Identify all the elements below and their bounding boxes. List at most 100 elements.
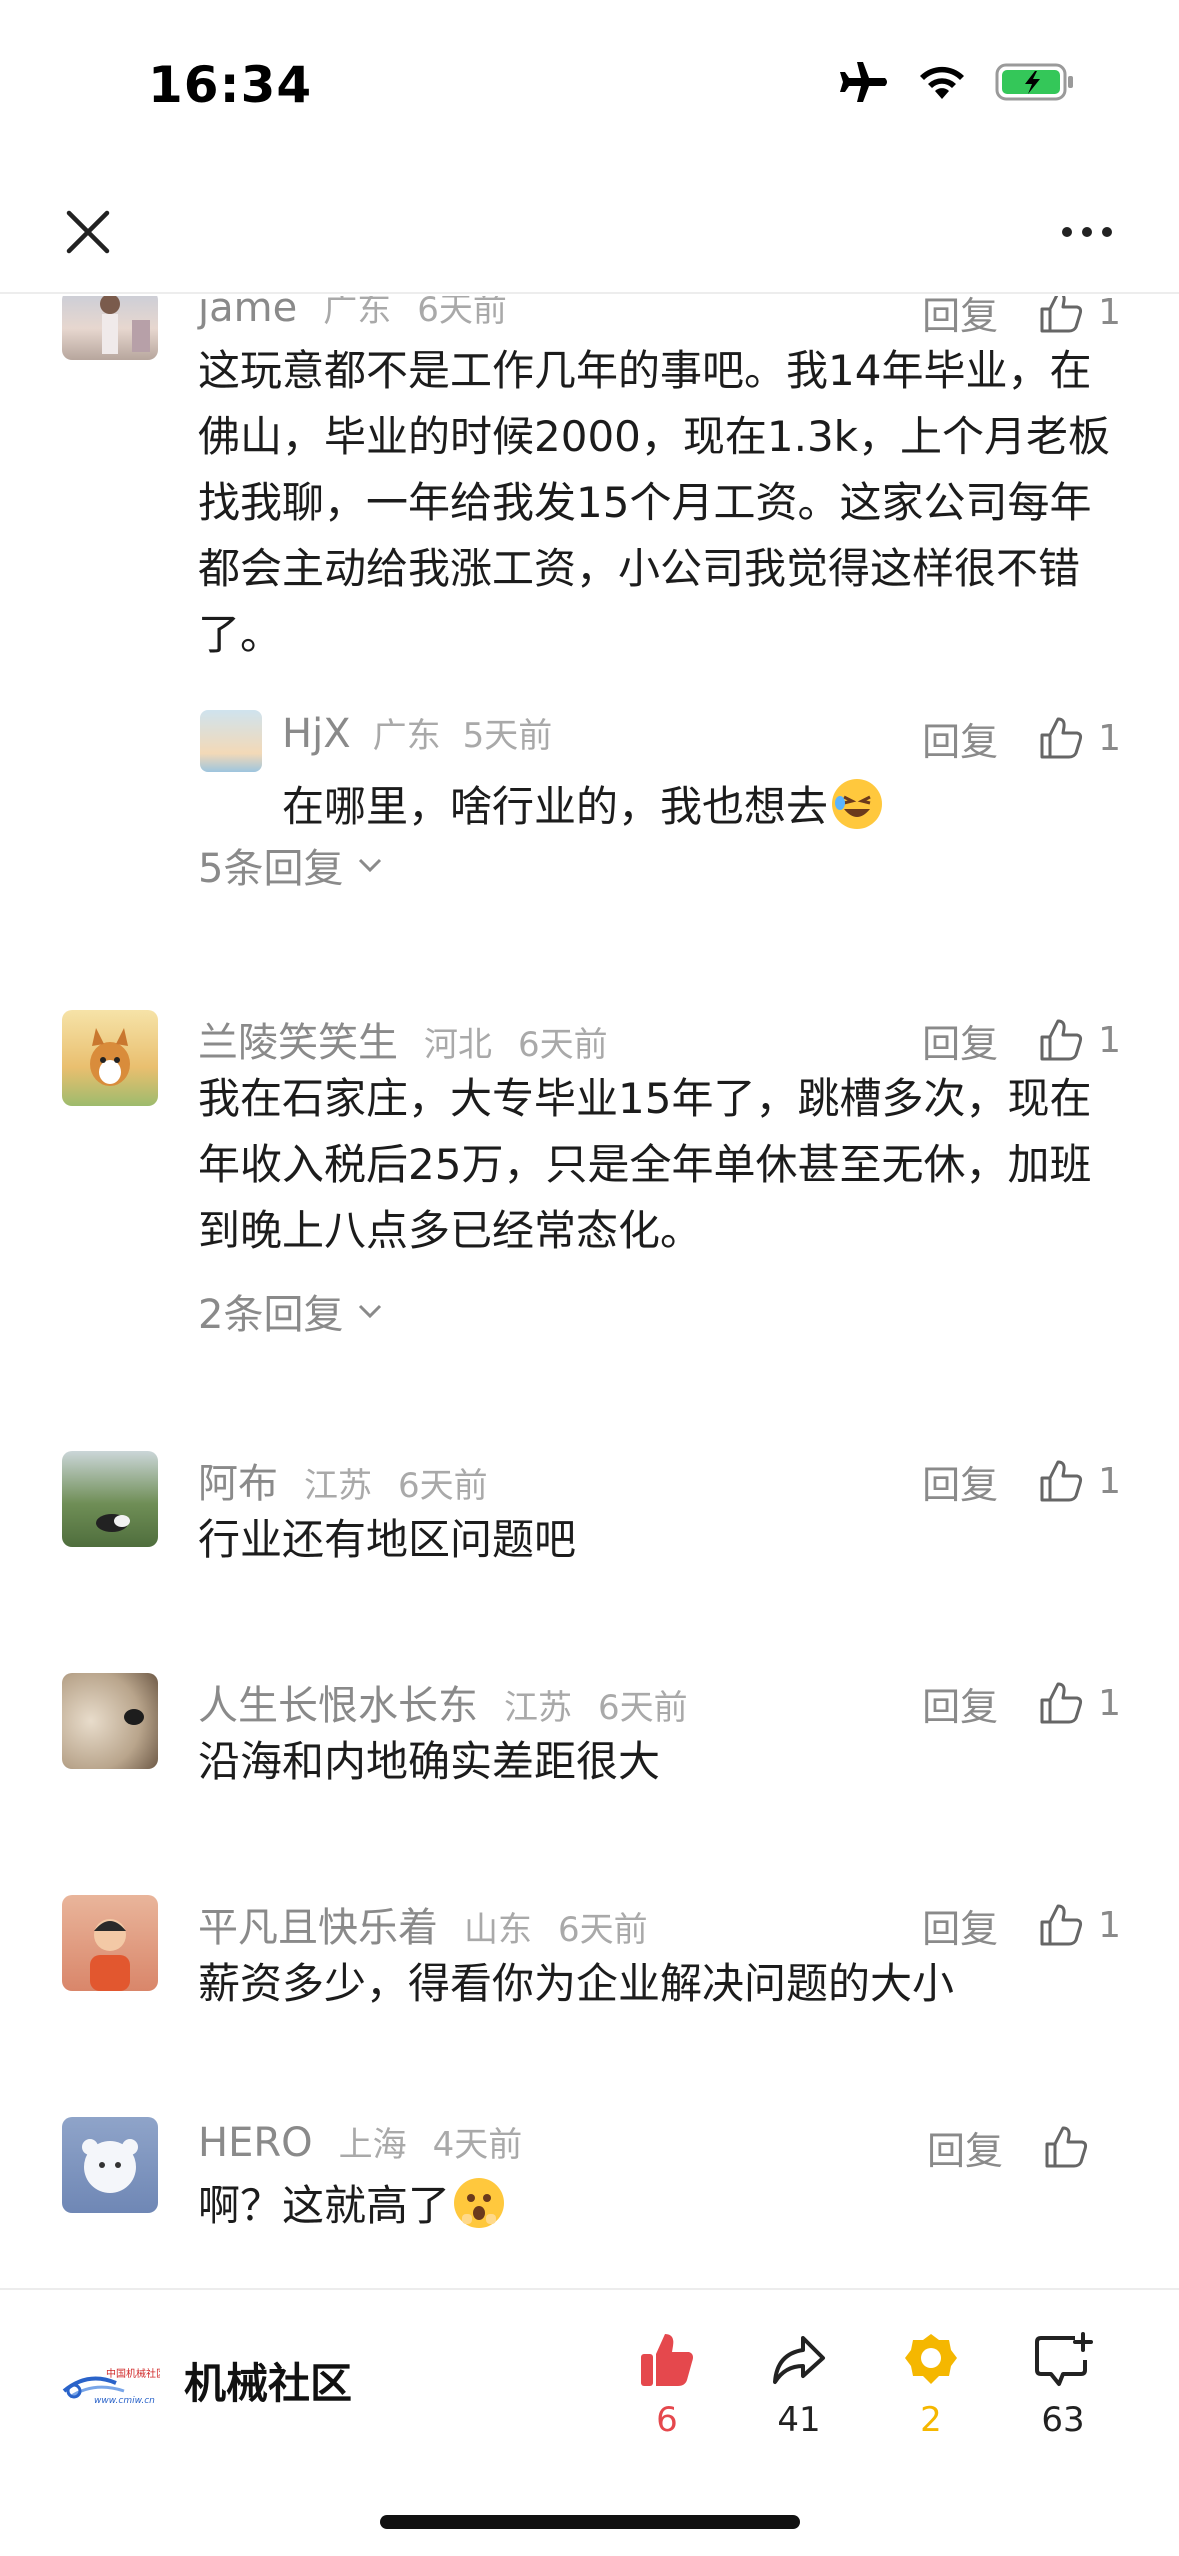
username[interactable]: HjX [282, 711, 351, 757]
timestamp: 6天前 [398, 1466, 488, 1506]
avatar[interactable] [62, 2117, 158, 2213]
avatar[interactable] [62, 1673, 158, 1769]
timestamp: 6天前 [598, 1688, 688, 1728]
reply-actions: 回复 1 [922, 708, 1121, 768]
location: 广东 [372, 716, 441, 756]
comment-actions: 回复 1 [922, 1010, 1121, 1070]
comment-actions: 回复 1 [922, 1673, 1121, 1733]
like-button[interactable]: 1 [1038, 1017, 1121, 1063]
reply-text: 在哪里，啥行业的，我也想去 [282, 774, 883, 840]
comment-actions: 回复 [927, 2117, 1121, 2177]
status-icons [837, 60, 1075, 104]
reply-button[interactable]: 回复 [922, 296, 998, 340]
thumb-up-icon [1040, 1019, 1083, 1061]
share-icon [773, 2336, 825, 2384]
like-count: 1 [1098, 1682, 1121, 1724]
username[interactable]: 阿布 [198, 1451, 278, 1509]
reply-button[interactable]: 回复 [927, 2120, 1003, 2175]
more-replies-label: 2条回复 [198, 1292, 344, 1338]
avatar[interactable] [62, 1010, 158, 1106]
like-count: 1 [1098, 296, 1121, 333]
close-button[interactable] [52, 196, 124, 268]
like-button[interactable] [1043, 2124, 1121, 2170]
like-button[interactable]: 1 [1038, 1680, 1121, 1726]
collect-button[interactable]: 2 [876, 2330, 986, 2440]
comment-text: 啊？这就高了 [198, 2173, 1128, 2239]
like-button[interactable]: 1 [1038, 1458, 1121, 1504]
comment-text: 薪资多少，得看你为企业解决问题的大小 [198, 1959, 955, 2008]
avatar[interactable] [62, 296, 158, 360]
comment-actions: 回复 1 [922, 296, 1121, 342]
comment-list: jame 广东 6天前 回复 1 这玩意都不是工作几年的事吧。我14年毕业，在佛… [0, 296, 1179, 2286]
avatar-image [96, 1514, 130, 1532]
like-post-button[interactable]: 6 [612, 2330, 722, 2440]
reply-button[interactable]: 回复 [922, 1898, 998, 1953]
avatar-image [124, 1709, 144, 1725]
avatar-image [100, 296, 150, 354]
comment-count: 63 [1041, 2400, 1085, 2440]
status-bar: 16:34 [0, 0, 1179, 170]
location: 上海 [338, 2125, 407, 2165]
collect-count: 2 [920, 2400, 942, 2440]
comment-button[interactable]: 63 [1008, 2330, 1118, 2440]
avatar[interactable] [62, 1451, 158, 1547]
location: 山东 [464, 1910, 532, 1950]
brand-logo-url: www.cmiw.cn [94, 2396, 155, 2406]
timestamp: 5天前 [462, 716, 553, 756]
thumb-up-icon [1040, 1682, 1083, 1724]
more-replies-button[interactable]: 2条回复 [198, 1282, 383, 1340]
thumb-up-icon [1040, 1460, 1083, 1502]
reply-button[interactable]: 回复 [922, 1454, 998, 1509]
battery-charging-icon [995, 63, 1073, 101]
home-indicator[interactable] [380, 2515, 800, 2529]
like-button[interactable]: 1 [1038, 1902, 1121, 1948]
laughing-emoji [832, 779, 883, 829]
username[interactable]: 兰陵笑笑生 [198, 1010, 398, 1068]
comment-meta: 兰陵笑笑生 河北 6天前 [198, 1010, 608, 1070]
more-replies-label: 5条回复 [198, 846, 344, 892]
like-button[interactable]: 1 [1038, 296, 1121, 335]
comment-text-body: 啊？这就高了 [198, 2181, 451, 2230]
location: 江苏 [304, 1466, 372, 1506]
comment-meta: jame 广东 6天前 [198, 296, 507, 342]
more-replies-button[interactable]: 5条回复 [198, 836, 383, 894]
username[interactable]: 平凡且快乐着 [198, 1895, 438, 1953]
like-count: 1 [1098, 1460, 1121, 1502]
comment-actions: 回复 1 [922, 1895, 1121, 1955]
close-icon [66, 210, 110, 254]
timestamp: 6天前 [518, 1025, 608, 1065]
reply-button[interactable]: 回复 [922, 711, 998, 766]
avatar[interactable] [200, 710, 262, 772]
more-button[interactable] [1047, 204, 1127, 260]
reply-text-body: 在哪里，啥行业的，我也想去 [282, 782, 829, 831]
share-count: 41 [777, 2400, 821, 2440]
comment-text: 行业还有地区问题吧 [198, 1515, 577, 1564]
location: 江苏 [504, 1688, 572, 1728]
location: 广东 [323, 296, 392, 330]
username[interactable]: 人生长恨水长东 [198, 1673, 478, 1731]
chevron-down-icon [359, 1304, 382, 1319]
more-icon-dot [1082, 227, 1092, 237]
reply-meta: HjX 广东 5天前 [282, 708, 552, 757]
comment-add-icon [1035, 2332, 1093, 2386]
comment-text: 沿海和内地确实差距很大 [198, 1737, 661, 1786]
timestamp: 4天前 [432, 2125, 523, 2165]
username[interactable]: jame [198, 296, 297, 331]
thumb-up-icon [1045, 2126, 1088, 2168]
reply-button[interactable]: 回复 [922, 1676, 998, 1731]
avatar-image [82, 2139, 138, 2193]
brand-name: 机械社区 [184, 2359, 353, 2408]
brand[interactable]: 中国机械社区 www.cmiw.cn 机械社区 [60, 2350, 352, 2411]
like-count: 1 [1098, 1904, 1121, 1946]
thumb-up-icon [1040, 717, 1083, 759]
reply-button[interactable]: 回复 [922, 1013, 998, 1068]
brand-logo-text: 中国机械社区 [106, 2367, 160, 2380]
avatar[interactable] [62, 1895, 158, 1991]
brand-logo: 中国机械社区 www.cmiw.cn [62, 2367, 160, 2406]
share-button[interactable]: 41 [744, 2330, 854, 2440]
comment-text: 我在石家庄，大专毕业15年了，跳槽多次，现在年收入税后25万，只是全年单休甚至无… [198, 1074, 1092, 1255]
location: 河北 [424, 1025, 492, 1065]
status-time: 16:34 [148, 56, 313, 114]
like-button[interactable]: 1 [1038, 715, 1121, 761]
username[interactable]: HERO [198, 2120, 313, 2166]
